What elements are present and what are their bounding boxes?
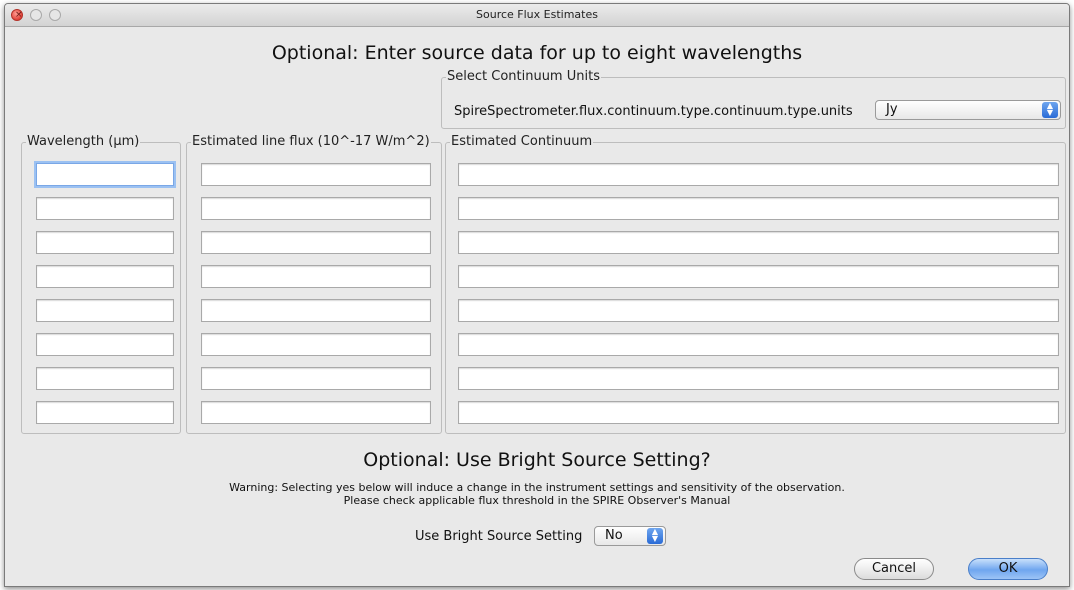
bright-source-select[interactable]: No ▲ ▼ [594,526,666,546]
continuum-units-group-label: Select Continuum Units [446,69,601,84]
line-flux-input[interactable] [201,231,431,254]
source-flux-dialog: × Source Flux Estimates Optional: Enter … [4,3,1070,587]
wavelength-input[interactable] [36,163,174,186]
warning-text: Warning: Selecting yes below will induce… [229,481,845,494]
line-flux-input[interactable] [201,265,431,288]
up-down-arrows-icon: ▲ ▼ [1042,102,1058,118]
wavelength-input[interactable] [36,197,174,220]
line-flux-input[interactable] [201,163,431,186]
line-flux-input[interactable] [201,401,431,424]
wavelength-input[interactable] [36,231,174,254]
continuum-units-value: Jy [886,102,898,117]
continuum-input[interactable] [458,333,1059,356]
continuum-input[interactable] [458,367,1059,390]
continuum-input[interactable] [458,163,1059,186]
wavelength-input[interactable] [36,265,174,288]
wavelength-input[interactable] [36,333,174,356]
window-title: Source Flux Estimates [476,8,598,21]
wavelength-input[interactable] [36,299,174,322]
continuum-units-group: Select Continuum Units SpireSpectrometer… [441,69,1066,129]
continuum-input[interactable] [458,231,1059,254]
bright-source-label: Use Bright Source Setting [415,529,583,544]
wavelength-input[interactable] [36,367,174,390]
title-bar: × Source Flux Estimates [5,4,1069,27]
line-flux-column: Estimated line flux (10^-17 W/m^2) [186,134,442,434]
line-flux-column-header: Estimated line flux (10^-17 W/m^2) [191,134,431,149]
up-down-arrows-icon: ▲ ▼ [647,528,663,544]
cancel-button[interactable]: Cancel [854,558,934,580]
bright-source-value: No [605,528,623,543]
line-flux-input[interactable] [201,367,431,390]
page-title: Optional: Enter source data for up to ei… [271,42,803,64]
ok-button[interactable]: OK [968,558,1048,580]
continuum-units-select[interactable]: Jy ▲ ▼ [875,100,1061,120]
wavelength-column: Wavelength (µm) [21,134,181,434]
continuum-column: Estimated Continuum [445,134,1066,434]
continuum-input[interactable] [458,197,1059,220]
line-flux-input[interactable] [201,299,431,322]
wavelength-column-header: Wavelength (µm) [26,134,141,149]
continuum-input[interactable] [458,299,1059,322]
continuum-input[interactable] [458,401,1059,424]
bright-source-heading: Optional: Use Bright Source Setting? [363,449,711,471]
wavelength-input[interactable] [36,401,174,424]
continuum-units-label: SpireSpectrometer.flux.continuum.type.co… [454,104,853,119]
continuum-column-header: Estimated Continuum [450,134,594,149]
continuum-input[interactable] [458,265,1059,288]
warning-text-manual: Please check applicable flux threshold i… [343,494,731,507]
line-flux-input[interactable] [201,197,431,220]
line-flux-input[interactable] [201,333,431,356]
